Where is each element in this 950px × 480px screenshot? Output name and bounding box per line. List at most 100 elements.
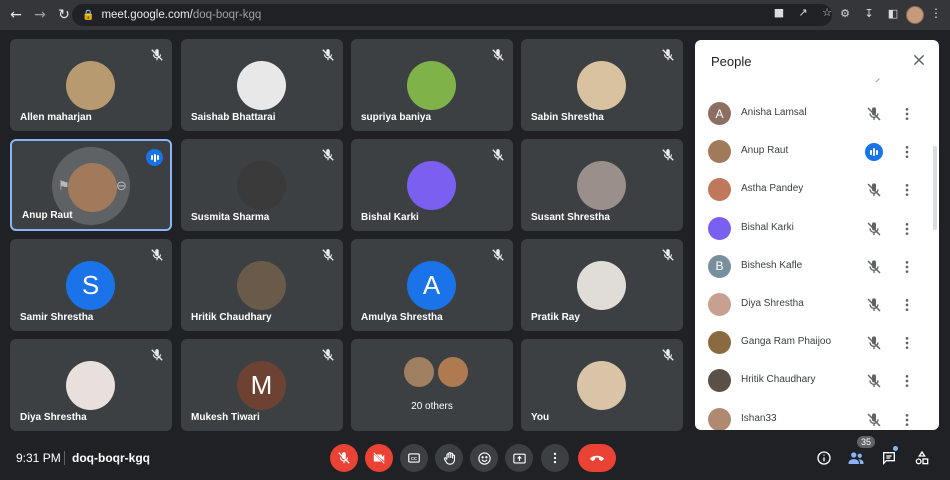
more-vert-icon[interactable] bbox=[903, 106, 911, 122]
hand-icon bbox=[443, 451, 455, 465]
close-panel-button[interactable] bbox=[911, 52, 927, 68]
browser-menu-icon[interactable]: ⋮ bbox=[930, 6, 942, 20]
panel-scrollbar[interactable] bbox=[933, 146, 937, 230]
participant-tile[interactable]: 20 others bbox=[351, 339, 513, 431]
camera-off-button[interactable] bbox=[365, 444, 393, 472]
mic-off-icon[interactable] bbox=[866, 182, 882, 198]
avatar bbox=[577, 261, 626, 310]
close-icon bbox=[913, 54, 925, 66]
present-screen-button[interactable] bbox=[505, 444, 533, 472]
mic-off-icon[interactable] bbox=[866, 412, 882, 428]
download-icon[interactable]: ↧ bbox=[862, 7, 876, 20]
camera-off-icon bbox=[373, 452, 385, 464]
mic-off-icon[interactable] bbox=[866, 259, 882, 275]
share-icon[interactable]: ↗ bbox=[796, 6, 810, 19]
avatar bbox=[407, 61, 456, 110]
divider bbox=[64, 451, 65, 465]
mic-off-icon bbox=[321, 48, 335, 62]
participant-name: Saishab Bhattarai bbox=[191, 112, 276, 123]
avatar bbox=[66, 361, 115, 410]
participant-tile[interactable]: A Amulya Shrestha bbox=[351, 239, 513, 331]
person-row[interactable]: Ganga Ram Phaijoo bbox=[695, 328, 939, 358]
mic-off-icon[interactable] bbox=[866, 373, 882, 389]
mic-off-icon bbox=[491, 248, 505, 262]
remove-icon[interactable]: ⊖ bbox=[116, 179, 127, 194]
avatar bbox=[708, 293, 731, 316]
participant-tile[interactable]: ⚑ ⊖ Anup Raut bbox=[10, 139, 172, 231]
leave-call-button[interactable] bbox=[578, 444, 616, 472]
participant-tile[interactable]: M Mukesh Tiwari bbox=[181, 339, 343, 431]
chat-notification-dot bbox=[893, 446, 898, 451]
pin-icon[interactable]: ⚑ bbox=[58, 179, 70, 194]
panel-title: People bbox=[711, 54, 752, 69]
avatar bbox=[237, 61, 286, 110]
participant-tile[interactable]: You bbox=[521, 339, 683, 431]
mic-off-button[interactable] bbox=[330, 444, 358, 472]
participant-tile[interactable]: S Samir Shrestha bbox=[10, 239, 172, 331]
participant-tile[interactable]: Bishal Karki bbox=[351, 139, 513, 231]
person-row[interactable]: Hritik Chaudhary bbox=[695, 366, 939, 396]
avatar bbox=[708, 178, 731, 202]
more-vert-icon[interactable] bbox=[903, 259, 911, 275]
participant-name: Amulya Shrestha bbox=[361, 312, 443, 323]
person-row[interactable]: Ishan33 bbox=[695, 405, 939, 430]
person-row[interactable]: Astha Pandey bbox=[695, 175, 939, 205]
mic-off-icon bbox=[869, 76, 881, 82]
person-row[interactable]: Bishal Karki bbox=[695, 214, 939, 244]
people-panel: People A Anisha Lamsal Anup Raut Astha Pand… bbox=[695, 40, 939, 430]
side-panel-icon[interactable]: ◧ bbox=[886, 7, 900, 20]
bookmark-star-icon[interactable]: ☆ bbox=[820, 6, 834, 19]
captions-button[interactable]: CC bbox=[400, 444, 428, 472]
person-row[interactable]: A Anisha Lamsal bbox=[695, 99, 939, 129]
participant-name: Samir Shrestha bbox=[20, 312, 94, 323]
participant-name: Mukesh Tiwari bbox=[191, 412, 260, 423]
participant-tile[interactable]: Diya Shrestha bbox=[10, 339, 172, 431]
extensions-icon[interactable]: ⚙ bbox=[838, 7, 852, 20]
more-vert-icon[interactable] bbox=[903, 182, 911, 198]
profile-avatar[interactable] bbox=[906, 6, 924, 24]
more-vert-icon[interactable] bbox=[903, 297, 911, 313]
mic-off-icon bbox=[338, 452, 350, 464]
raise-hand-button[interactable] bbox=[435, 444, 463, 472]
avatar bbox=[708, 216, 731, 240]
person-name: Ganga Ram Phaijoo bbox=[741, 336, 832, 348]
participant-name: Bishal Karki bbox=[361, 212, 419, 223]
mic-off-icon[interactable] bbox=[866, 297, 882, 313]
mic-off-icon[interactable] bbox=[866, 106, 882, 122]
participant-name: Hritik Chaudhary bbox=[191, 312, 272, 323]
person-row[interactable]: B Bishesh Kafle bbox=[695, 252, 939, 282]
avatar bbox=[708, 331, 731, 355]
meeting-details-button[interactable] bbox=[813, 447, 835, 469]
back-arrow-icon[interactable]: ← bbox=[6, 5, 26, 25]
forward-arrow-icon[interactable]: → bbox=[30, 5, 50, 25]
participant-tile[interactable]: Allen maharjan bbox=[10, 39, 172, 131]
more-options-button[interactable] bbox=[541, 444, 569, 472]
mic-off-icon bbox=[150, 48, 164, 62]
participant-tile[interactable]: Susmita Sharma bbox=[181, 139, 343, 231]
participant-tile[interactable]: Hritik Chaudhary bbox=[181, 239, 343, 331]
more-vert-icon[interactable] bbox=[903, 144, 911, 160]
avatar: S bbox=[66, 261, 115, 310]
more-vert-icon[interactable] bbox=[903, 373, 911, 389]
more-vert-icon[interactable] bbox=[903, 335, 911, 351]
participant-tile[interactable]: Pratik Ray bbox=[521, 239, 683, 331]
mic-off-icon[interactable] bbox=[866, 221, 882, 237]
participant-tile[interactable]: Susant Shrestha bbox=[521, 139, 683, 231]
participant-tile[interactable]: supriya baniya bbox=[351, 39, 513, 131]
more-vert-icon[interactable] bbox=[903, 412, 911, 428]
participant-tile[interactable]: Saishab Bhattarai bbox=[181, 39, 343, 131]
activities-button[interactable] bbox=[911, 447, 933, 469]
participant-tile[interactable]: Sabin Shrestha bbox=[521, 39, 683, 131]
more-vert-icon[interactable] bbox=[903, 221, 911, 237]
person-row[interactable]: Diya Shrestha bbox=[695, 290, 939, 320]
mic-off-icon[interactable] bbox=[866, 335, 882, 351]
emoji-reaction-button[interactable] bbox=[470, 444, 498, 472]
address-bar[interactable]: 🔒 meet.google.com/doq-boqr-kgq bbox=[72, 4, 832, 26]
camera-indicator-icon[interactable]: ■ bbox=[772, 6, 786, 19]
person-row[interactable]: Anup Raut bbox=[695, 137, 939, 167]
others-avatars bbox=[402, 355, 470, 389]
avatar bbox=[237, 161, 286, 210]
reload-icon[interactable]: ↻ bbox=[54, 5, 74, 25]
mic-off-icon bbox=[491, 148, 505, 162]
people-button[interactable] bbox=[845, 447, 867, 469]
